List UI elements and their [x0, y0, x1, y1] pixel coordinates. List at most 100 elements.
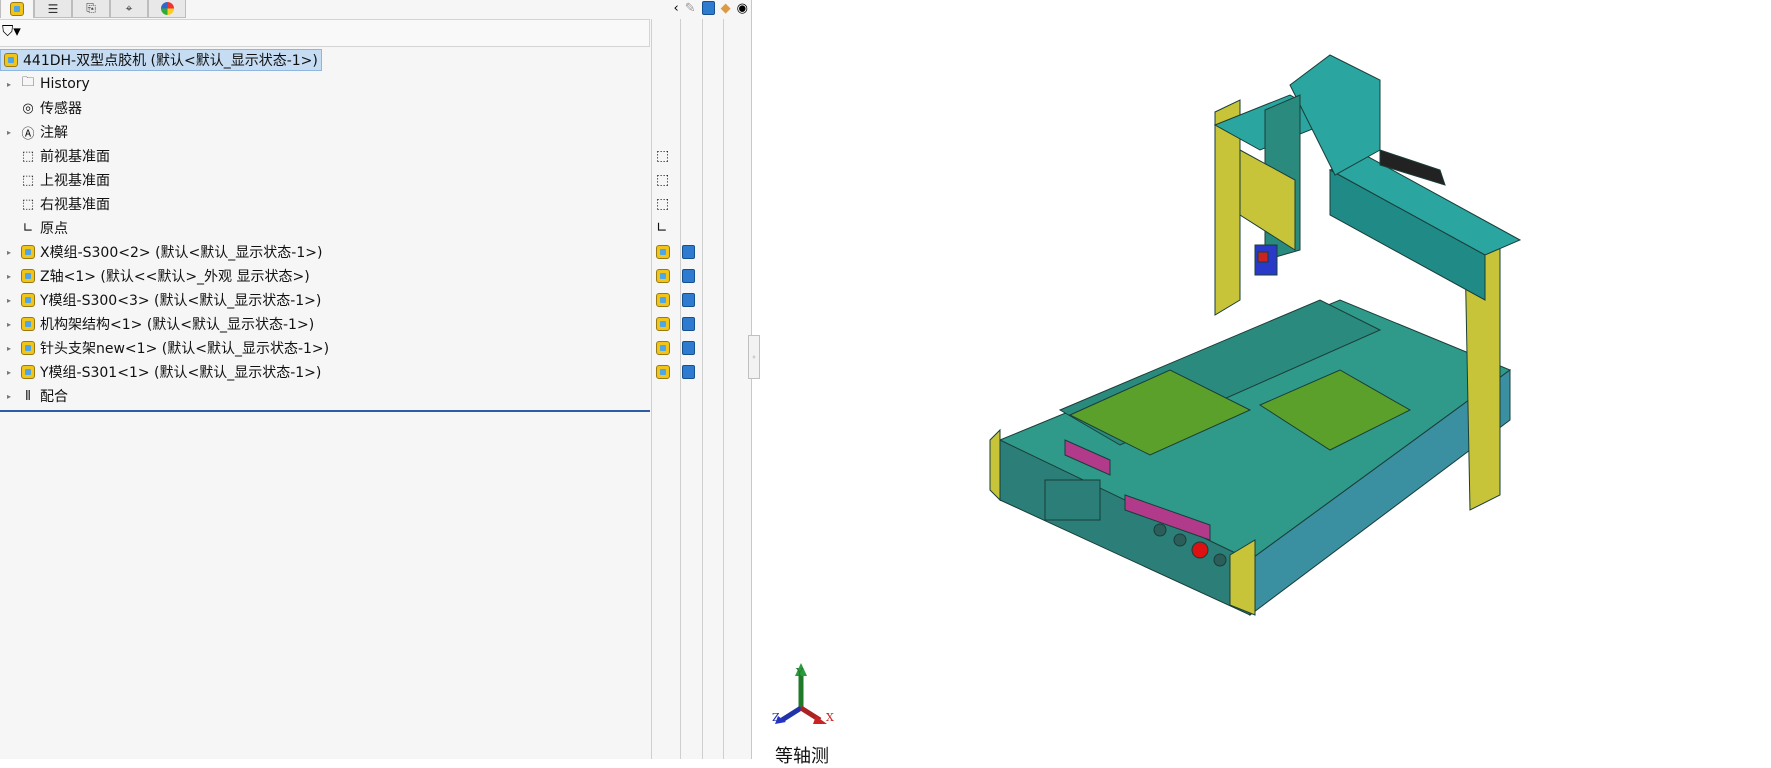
status-icons	[656, 361, 695, 383]
assembly-icon	[656, 269, 670, 283]
filter-icon[interactable]: ⛉▾	[2, 22, 21, 40]
status-icons	[656, 313, 695, 335]
appearance-icon[interactable]: ◆	[721, 1, 731, 16]
display-state-icon[interactable]	[682, 269, 695, 283]
tree-item[interactable]: ▸ Ⓐ 注解	[0, 121, 68, 143]
config-icon: ⎘	[86, 1, 96, 15]
triad-x-label: X	[826, 711, 834, 724]
tree-item[interactable]: ⬚ 前视基准面	[0, 145, 110, 167]
expand-arrow-icon[interactable]: ▸	[0, 80, 18, 89]
plane-icon: ⬚	[21, 148, 35, 164]
tree-item[interactable]: ▸ ⫴ 配合	[0, 385, 68, 407]
mates-icon: ⫴	[25, 388, 31, 404]
origin-icon: ∟	[656, 220, 668, 236]
annotation-icon: Ⓐ	[21, 126, 35, 142]
hide-show-icon[interactable]: ✎	[685, 1, 696, 16]
history-folder-icon: 🗀	[21, 75, 35, 90]
tab-property-manager[interactable]: ☰	[34, 0, 72, 18]
eye-icon[interactable]: ◉	[737, 1, 748, 16]
display-state-icon[interactable]	[682, 341, 695, 355]
triad-z-label: Z	[772, 711, 780, 724]
tree-item-label: Z轴<1> (默认<<默认>_外观 显示状态>)	[40, 269, 310, 285]
plane-icon: ⬚	[21, 196, 35, 212]
expand-arrow-icon[interactable]: ▸	[0, 392, 18, 401]
tree-item-label: X模组-S300<2> (默认<默认_显示状态-1>)	[40, 245, 323, 261]
expand-arrow-icon[interactable]: ▸	[0, 248, 18, 257]
graphics-viewport[interactable]: Y Z X	[760, 0, 1771, 759]
display-state-icon[interactable]	[682, 245, 695, 259]
tree-item-label: 上视基准面	[40, 173, 110, 189]
tab-feature-manager[interactable]	[0, 0, 34, 18]
tree-item-label: 机构架结构<1> (默认<默认_显示状态-1>)	[40, 317, 315, 333]
origin-icon: ∟	[22, 220, 34, 236]
display-state-icon[interactable]	[682, 365, 695, 379]
tree-item-label: 右视基准面	[40, 197, 110, 213]
status-icons	[656, 265, 695, 287]
tree-root-label: 441DH-双型点胶机 (默认<默认_显示状态-1>)	[23, 53, 318, 69]
plane-icon: ⬚	[656, 148, 670, 164]
expand-arrow-icon[interactable]: ▸	[0, 320, 18, 329]
tree-item[interactable]: ▸ Y模组-S301<1> (默认<默认_显示状态-1>)	[0, 361, 321, 383]
rollback-bar[interactable]	[0, 410, 650, 412]
assembly-icon	[4, 53, 18, 67]
tree-item-label: 注解	[40, 125, 68, 141]
tab-display-manager[interactable]	[148, 0, 186, 18]
assembly-model	[775, 54, 1522, 724]
tree-item[interactable]: ⬚ 右视基准面	[0, 193, 110, 215]
status-icons	[656, 241, 695, 263]
assembly-icon	[18, 339, 38, 357]
filter-bar[interactable]: ⛉▾	[0, 19, 650, 47]
assembly-icon	[656, 365, 670, 379]
assembly-icon	[18, 243, 38, 261]
assembly-icon	[656, 245, 670, 259]
tree-item-label: 前视基准面	[40, 149, 110, 165]
tree-root[interactable]: 441DH-双型点胶机 (默认<默认_显示状态-1>)	[0, 49, 322, 71]
assembly-icon	[656, 293, 670, 307]
tree-item[interactable]: ▸ Y模组-S300<3> (默认<默认_显示状态-1>)	[0, 289, 321, 311]
tree-item-label: Y模组-S301<1> (默认<默认_显示状态-1>)	[40, 365, 322, 381]
assembly-icon	[656, 317, 670, 331]
display-state-icon[interactable]	[682, 317, 695, 331]
expand-arrow-icon[interactable]: ▸	[0, 128, 18, 137]
display-mode-icon[interactable]	[701, 1, 715, 15]
tab-dimxpert[interactable]: ⌖	[110, 0, 148, 18]
plane-icon: ⬚	[21, 172, 35, 188]
panel-toolbar: ‹ ✎ ◆ ◉	[674, 0, 748, 16]
panel-tabs: ☰ ⎘ ⌖ ‹ ✎ ◆ ◉	[0, 0, 752, 19]
chevron-left-icon[interactable]: ‹	[674, 1, 679, 16]
expand-arrow-icon[interactable]: ▸	[0, 368, 18, 377]
crosshair-icon: ⌖	[125, 1, 133, 15]
assembly-icon	[18, 315, 38, 333]
tree-item-label: 传感器	[40, 101, 82, 117]
view-orientation-label: 等轴测	[775, 746, 829, 767]
list-icon: ☰	[47, 1, 59, 16]
tree-item[interactable]: ▸ 🗀 History	[0, 73, 90, 95]
tree-item[interactable]: ▸ X模组-S300<2> (默认<默认_显示状态-1>)	[0, 241, 322, 263]
tree-item[interactable]: ⬚ 上视基准面	[0, 169, 110, 191]
assembly-icon	[10, 2, 24, 16]
tree-item-label: 原点	[40, 221, 68, 237]
triad-y-label: Y	[796, 666, 804, 679]
tree-item-label: 针头支架new<1> (默认<默认_显示状态-1>)	[40, 341, 330, 357]
status-icons	[656, 289, 695, 311]
tree-item[interactable]: ▸ 机构架结构<1> (默认<默认_显示状态-1>)	[0, 313, 314, 335]
tree-item-label: History	[40, 76, 90, 92]
feature-manager-panel: ☰ ⎘ ⌖ ‹ ✎ ◆ ◉ ⛉▾ 441DH-双型点胶机 (默认<默认_显示状态…	[0, 0, 752, 759]
expand-arrow-icon[interactable]: ▸	[0, 344, 18, 353]
sensor-icon: ◎	[22, 100, 34, 116]
tree-item[interactable]: ◎ 传感器	[0, 97, 82, 119]
tree-item[interactable]: ▸ 针头支架new<1> (默认<默认_显示状态-1>)	[0, 337, 329, 359]
expand-arrow-icon[interactable]: ▸	[0, 296, 18, 305]
appearance-icon	[160, 2, 174, 15]
assembly-icon	[656, 341, 670, 355]
assembly-icon	[18, 291, 38, 309]
tree-item[interactable]: ∟ 原点	[0, 217, 68, 239]
expand-arrow-icon[interactable]: ▸	[0, 272, 18, 281]
tree-item[interactable]: ▸ Z轴<1> (默认<<默认>_外观 显示状态>)	[0, 265, 310, 287]
display-state-icon[interactable]	[682, 293, 695, 307]
tab-configuration-manager[interactable]: ⎘	[72, 0, 110, 18]
assembly-icon	[18, 267, 38, 285]
panel-collapse-handle[interactable]: ◦	[748, 335, 760, 379]
plane-icon: ⬚	[656, 172, 670, 188]
status-icons	[656, 337, 695, 359]
